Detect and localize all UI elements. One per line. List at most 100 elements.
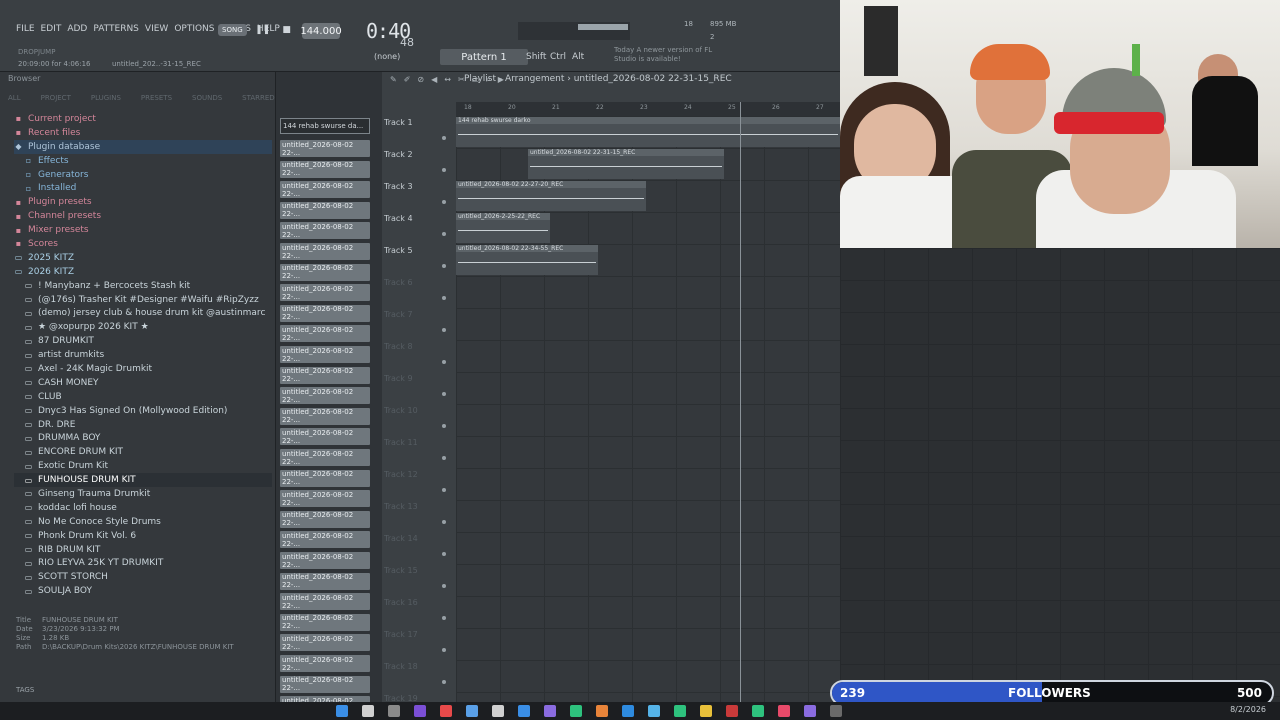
track-header[interactable]: Track 17 [384,630,454,662]
picker-clip[interactable]: untitled_2026-08-02 22-... [280,531,370,549]
taskbar-app-icon[interactable] [362,705,374,717]
picker-clip[interactable]: untitled_2026-08-02 22-... [280,613,370,631]
picker-clip[interactable]: untitled_2026-08-02 22-... [280,366,370,384]
browser-item[interactable]: ◆ Plugin database [14,139,272,154]
menu-view[interactable]: VIEW [145,24,168,34]
audio-clip[interactable]: 144 rehab swurse darko [456,117,840,147]
picker-clip[interactable]: untitled_2026-08-02 22-... [280,510,370,528]
track-header[interactable]: Track 4 [384,214,454,246]
taskbar-app-icon[interactable] [388,705,400,717]
track-mute-icon[interactable] [442,360,446,364]
track-mute-icon[interactable] [442,584,446,588]
taskbar-app-icon[interactable] [726,705,738,717]
menu-options[interactable]: OPTIONS [174,24,214,34]
taskbar-app-icon[interactable] [778,705,790,717]
track-header[interactable]: Track 18 [384,662,454,694]
picker-clip[interactable]: untitled_2026-08-02 22-... [280,655,370,672]
picker-clip[interactable]: untitled_2026-08-02 22-... [280,201,370,219]
taskbar-app-icon[interactable] [466,705,478,717]
browser-tab-project[interactable]: PROJECT [41,94,71,102]
shift-key[interactable]: Shift [526,52,546,62]
taskbar-app-icon[interactable] [440,705,452,717]
track-mute-icon[interactable] [442,328,446,332]
picker-clip[interactable]: untitled_2026-08-02 22-... [280,552,370,569]
picker-clip[interactable]: untitled_2026-08-02 22-... [280,387,370,405]
slip-icon[interactable]: ↔ [444,75,451,85]
browser-tab-plugins[interactable]: PLUGINS [91,94,121,102]
browser-tab-presets[interactable]: PRESETS [141,94,172,102]
menu-patterns[interactable]: PATTERNS [93,24,139,34]
track-mute-icon[interactable] [442,232,446,236]
picker-clip[interactable]: untitled_2026-08-02 22-... [280,469,370,487]
track-mute-icon[interactable] [442,168,446,172]
song-mode-toggle[interactable]: SONG [218,24,247,36]
browser-item[interactable]: ▭ CLUB [14,390,272,404]
timeline-ruler[interactable]: 18 20 21 22 23 24 25 26 27 [456,102,840,116]
alt-key[interactable]: Alt [572,52,584,62]
browser-item[interactable]: ▭ ENCORE DRUM KIT [14,445,272,459]
taskbar-app-icon[interactable] [336,705,348,717]
track-header[interactable]: Track 14 [384,534,454,566]
picker-clip[interactable]: untitled_2026-08-02 22-... [280,490,370,508]
browser-item[interactable]: ▭ CASH MONEY [14,376,272,390]
browser-item[interactable]: ▭ 2026 KITZ [14,265,272,279]
track-mute-icon[interactable] [442,520,446,524]
track-header[interactable]: Track 1 [384,118,454,150]
browser-item[interactable]: ▪ Mixer presets [14,223,272,237]
browser-item[interactable]: ▪ Channel presets [14,209,272,223]
menu-file[interactable]: FILE [16,24,35,34]
browser-item[interactable]: ▭ Ginseng Trauma Drumkit [14,487,272,501]
track-header[interactable]: Track 13 [384,502,454,534]
track-header[interactable]: Track 9 [384,374,454,406]
stop-icon[interactable]: ■ [279,22,295,38]
browser-item[interactable]: ▭ 87 DRUMKIT [14,334,272,348]
audio-clip[interactable]: untitled_2026-2-25-22_REC [456,213,550,243]
track-header[interactable]: Track 7 [384,310,454,342]
track-header[interactable]: Track 6 [384,278,454,310]
track-mute-icon[interactable] [442,136,446,140]
browser-tab-starred[interactable]: STARRED [242,94,275,102]
browser-item[interactable]: ▭ koddac lofi house [14,501,272,515]
browser-item[interactable]: ▭ Axel - 24K Magic Drumkit [14,362,272,376]
track-header[interactable]: Track 11 [384,438,454,470]
browser-item[interactable]: ▭ artist drumkits [14,348,272,362]
browser-item[interactable]: ▪ Current project [14,112,272,126]
browser-tab-sounds[interactable]: SOUNDS [192,94,222,102]
browser-item[interactable]: ▭ SOULJA BOY [14,584,272,598]
browser-item[interactable]: ▫ Installed [14,181,272,195]
track-header[interactable]: Track 12 [384,470,454,502]
browser-item[interactable]: ▪ Scores [14,237,272,251]
browser-item[interactable]: ▫ Effects [14,154,272,168]
taskbar-app-icon[interactable] [544,705,556,717]
picker-clip[interactable]: untitled_2026-08-02 22-... [280,675,370,693]
track-mute-icon[interactable] [442,264,446,268]
menu-edit[interactable]: EDIT [41,24,62,34]
picker-clip[interactable]: untitled_2026-08-02 22-... [280,263,370,281]
track-mute-icon[interactable] [442,200,446,204]
track-header[interactable]: Track 10 [384,406,454,438]
picker-clip[interactable]: untitled_2026-08-02 22-... [280,222,370,240]
taskbar-app-icon[interactable] [570,705,582,717]
picker-clip[interactable]: untitled_2026-08-02 22-... [280,593,370,611]
picker-clip[interactable]: untitled_2026-08-02 22-... [280,181,370,199]
picker-clip[interactable]: untitled_2026-08-02 22-... [280,428,370,446]
picker-clip[interactable]: untitled_2026-08-02 22-... [280,140,370,157]
snap-select[interactable]: (none) [374,52,400,61]
playhead[interactable] [740,102,741,702]
picker-clip[interactable]: untitled_2026-08-02 22-... [280,449,370,466]
picker-clip[interactable]: untitled_2026-08-02 22-... [280,325,370,343]
track-mute-icon[interactable] [442,424,446,428]
track-mute-icon[interactable] [442,456,446,460]
track-header[interactable]: Track 5 [384,246,454,278]
picker-clip[interactable]: untitled_2026-08-02 22-... [280,407,370,425]
browser-item[interactable]: ▭ RIB DRUM KIT [14,543,272,557]
picker-clip[interactable]: untitled_2026-08-02 22-... [280,284,370,302]
browser-item[interactable]: ▭ ! Manybanz + Bercocets Stash kit [14,279,272,293]
taskbar-app-icon[interactable] [492,705,504,717]
taskbar-app-icon[interactable] [596,705,608,717]
delete-icon[interactable]: ⊘ [417,75,424,85]
browser-item[interactable]: ▫ Generators [14,168,272,182]
arrangement-grid[interactable]: 144 rehab swurse darko untitled_2026-08-0… [456,116,840,702]
browser-item[interactable]: ▭ DRUMMA BOY [14,431,272,445]
pattern-selector[interactable]: Pattern 1 [440,49,528,65]
